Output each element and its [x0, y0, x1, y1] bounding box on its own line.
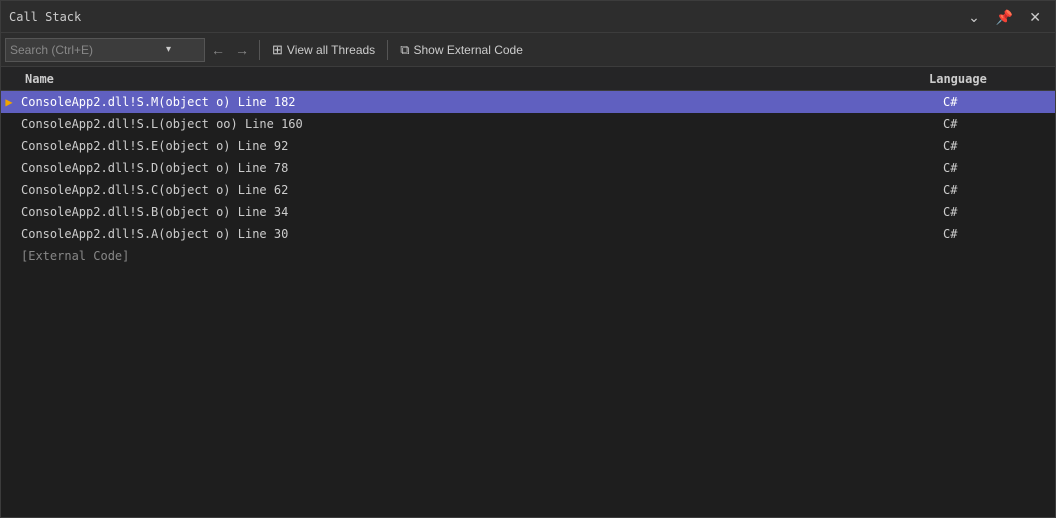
row-language: C# — [935, 161, 1055, 175]
table-body[interactable]: ▶ConsoleApp2.dll!S.M(object o) Line 182C… — [1, 91, 1055, 517]
table-row[interactable]: ConsoleApp2.dll!S.C(object o) Line 62C# — [1, 179, 1055, 201]
title-bar-left: Call Stack — [9, 10, 81, 24]
show-external-label: Show External Code — [413, 43, 522, 57]
row-name: ConsoleApp2.dll!S.E(object o) Line 92 — [17, 139, 935, 153]
row-name: [External Code] — [17, 249, 935, 263]
back-button[interactable]: ← — [207, 40, 229, 60]
row-name: ConsoleApp2.dll!S.A(object o) Line 30 — [17, 227, 935, 241]
row-language: C# — [935, 183, 1055, 197]
pin-button[interactable]: 📌 — [990, 8, 1019, 26]
row-indicator: ▶ — [1, 95, 17, 109]
table-row[interactable]: ▶ConsoleApp2.dll!S.M(object o) Line 182C… — [1, 91, 1055, 113]
row-language: C# — [935, 227, 1055, 241]
search-input[interactable] — [10, 43, 160, 57]
row-name: ConsoleApp2.dll!S.L(object oo) Line 160 — [17, 117, 935, 131]
row-language: C# — [935, 117, 1055, 131]
table-row[interactable]: ConsoleApp2.dll!S.B(object o) Line 34C# — [1, 201, 1055, 223]
table-header: Name Language — [1, 67, 1055, 91]
col-name-header: Name — [17, 72, 921, 86]
view-all-threads-button[interactable]: ⊞ View all Threads — [266, 37, 381, 63]
search-dropdown-button[interactable]: ▾ — [164, 44, 173, 55]
threads-icon: ⊞ — [272, 42, 283, 58]
content-area: Name Language ▶ConsoleApp2.dll!S.M(objec… — [1, 67, 1055, 517]
row-language: C# — [935, 205, 1055, 219]
title-bar: Call Stack ⌄ 📌 ✕ — [1, 1, 1055, 33]
table-row[interactable]: ConsoleApp2.dll!S.E(object o) Line 92C# — [1, 135, 1055, 157]
window-title: Call Stack — [9, 10, 81, 24]
separator-1 — [259, 40, 260, 60]
view-threads-label: View all Threads — [287, 43, 375, 57]
table-row[interactable]: ConsoleApp2.dll!S.L(object oo) Line 160C… — [1, 113, 1055, 135]
col-lang-header: Language — [921, 72, 1041, 86]
row-name: ConsoleApp2.dll!S.B(object o) Line 34 — [17, 205, 935, 219]
table-row[interactable]: [External Code] — [1, 245, 1055, 267]
table-row[interactable]: ConsoleApp2.dll!S.D(object o) Line 78C# — [1, 157, 1055, 179]
dropdown-button[interactable]: ⌄ — [962, 8, 986, 26]
external-code-icon: ⧉ — [400, 42, 409, 58]
close-button[interactable]: ✕ — [1023, 8, 1047, 26]
row-language: C# — [935, 139, 1055, 153]
call-stack-window: Call Stack ⌄ 📌 ✕ ▾ ← → ⊞ View all Thread… — [0, 0, 1056, 518]
row-name: ConsoleApp2.dll!S.M(object o) Line 182 — [17, 95, 935, 109]
row-name: ConsoleApp2.dll!S.C(object o) Line 62 — [17, 183, 935, 197]
table-row[interactable]: ConsoleApp2.dll!S.A(object o) Line 30C# — [1, 223, 1055, 245]
toolbar: ▾ ← → ⊞ View all Threads ⧉ Show External… — [1, 33, 1055, 67]
forward-button[interactable]: → — [231, 40, 253, 60]
title-bar-controls: ⌄ 📌 ✕ — [962, 8, 1047, 26]
show-external-code-button[interactable]: ⧉ Show External Code — [394, 37, 529, 63]
row-name: ConsoleApp2.dll!S.D(object o) Line 78 — [17, 161, 935, 175]
search-box[interactable]: ▾ — [5, 38, 205, 62]
separator-2 — [387, 40, 388, 60]
row-language: C# — [935, 95, 1055, 109]
